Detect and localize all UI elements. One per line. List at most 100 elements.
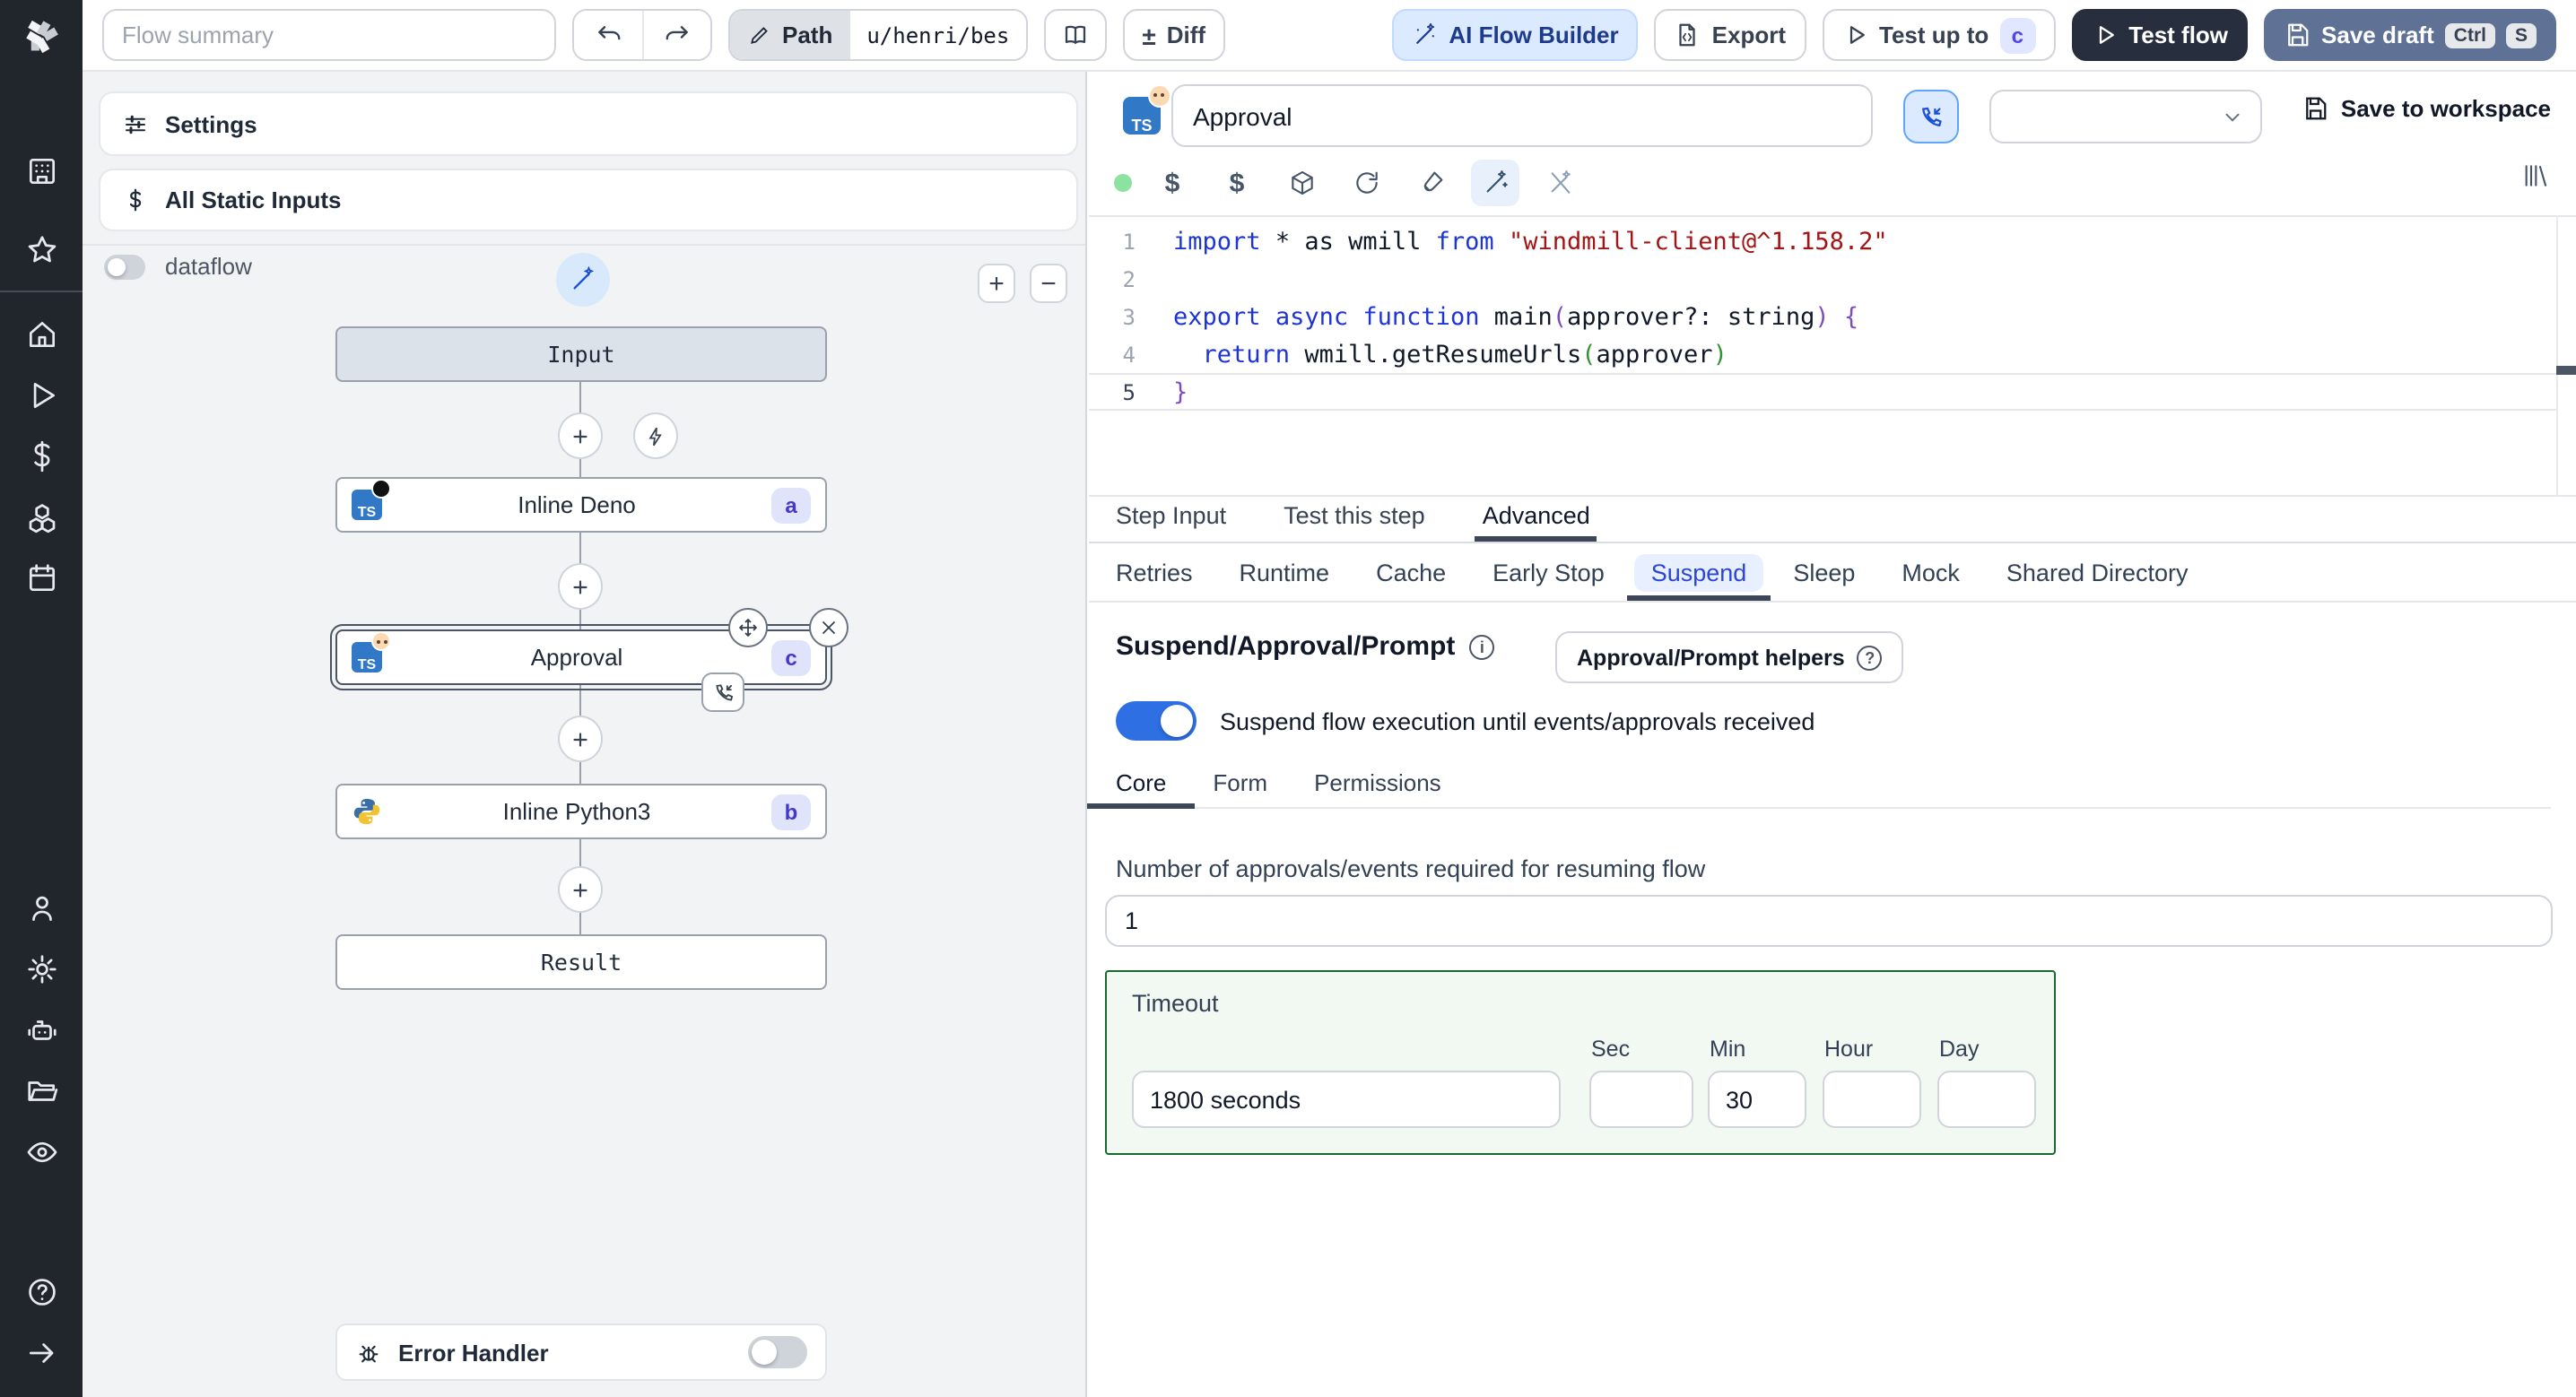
test-flow-label: Test flow xyxy=(2128,22,2229,48)
tab-runtime[interactable]: Runtime xyxy=(1240,543,1330,601)
tab-retries[interactable]: Retries xyxy=(1116,543,1193,601)
runs-icon[interactable] xyxy=(9,364,74,425)
ai-flow-builder-button[interactable]: AI Flow Builder xyxy=(1391,9,1639,61)
delete-node-button[interactable] xyxy=(809,608,849,647)
flow-settings-button[interactable]: Settings xyxy=(99,91,1078,156)
ai-assistant-wand-button[interactable] xyxy=(1471,160,1519,206)
tab-cache[interactable]: Cache xyxy=(1376,543,1446,601)
folders-icon[interactable] xyxy=(9,1060,74,1121)
tab-shared-directory[interactable]: Shared Directory xyxy=(2006,543,2189,601)
export-file-icon xyxy=(1680,23,1696,47)
test-up-to-button[interactable]: Test up to c xyxy=(1822,9,2056,61)
path-edit-button[interactable]: Path xyxy=(730,11,851,59)
error-handler-toggle[interactable] xyxy=(748,1336,807,1368)
tab-suspend[interactable]: Suspend xyxy=(1627,543,1771,601)
flow-node-inline-deno[interactable]: TS Inline Deno a xyxy=(335,477,827,533)
save-to-workspace-button[interactable]: Save to workspace xyxy=(2302,95,2551,122)
suspend-inner-tabs: Core Form Permissions xyxy=(1086,769,2551,809)
ai-wand-disabled-icon[interactable] xyxy=(1536,160,1584,206)
all-static-inputs-button[interactable]: All Static Inputs xyxy=(99,169,1078,231)
reload-icon[interactable] xyxy=(1342,160,1390,206)
approval-prompt-helpers-button[interactable]: Approval/Prompt helpers ? xyxy=(1555,631,1904,683)
node-id-badge: a xyxy=(771,487,811,523)
users-icon[interactable] xyxy=(9,877,74,938)
zoom-in-button[interactable]: + xyxy=(978,264,1015,303)
approvals-count-input[interactable] xyxy=(1105,895,2553,947)
magic-wand-icon xyxy=(573,265,595,290)
timeout-seconds-input[interactable] xyxy=(1132,1071,1561,1128)
timeout-sec-input[interactable] xyxy=(1589,1071,1693,1128)
package-icon[interactable] xyxy=(1277,160,1326,206)
approval-emoji-icon xyxy=(371,631,391,651)
help-icon[interactable] xyxy=(9,1261,74,1322)
timeout-day-input[interactable] xyxy=(1937,1071,2036,1128)
home-icon[interactable] xyxy=(9,303,74,364)
resources-icon[interactable] xyxy=(9,486,74,547)
unit-sec-label: Sec xyxy=(1591,1037,1631,1062)
add-resource-button[interactable]: $ xyxy=(1213,160,1261,206)
add-step-button[interactable] xyxy=(558,866,603,913)
tab-mock[interactable]: Mock xyxy=(1902,543,1960,601)
tab-test-this-step[interactable]: Test this step xyxy=(1284,497,1425,542)
suspend-phone-button[interactable] xyxy=(1903,90,1959,143)
editor-scrollbar[interactable] xyxy=(2556,215,2576,497)
add-step-button[interactable] xyxy=(558,412,603,459)
tab-advanced[interactable]: Advanced xyxy=(1475,497,1597,542)
settings-gear-icon[interactable] xyxy=(9,938,74,999)
workers-robot-icon[interactable] xyxy=(9,999,74,1060)
favorites-star-icon[interactable] xyxy=(9,219,74,280)
flow-node-input[interactable]: Input xyxy=(335,326,827,382)
step-name-input[interactable] xyxy=(1171,84,1873,147)
add-step-button[interactable] xyxy=(558,563,603,610)
magic-wand-icon xyxy=(1415,22,1434,44)
script-version-select[interactable] xyxy=(1989,90,2262,143)
export-button[interactable]: Export xyxy=(1654,9,1806,61)
dataflow-toggle[interactable] xyxy=(104,254,145,279)
workspace-icon[interactable] xyxy=(9,140,74,201)
tab-core[interactable]: Core xyxy=(1086,769,1196,809)
variables-icon[interactable] xyxy=(9,425,74,486)
diff-button[interactable]: ± Diff xyxy=(1122,9,1226,61)
undo-button[interactable] xyxy=(574,11,642,59)
tab-step-input[interactable]: Step Input xyxy=(1116,497,1226,542)
audit-eye-icon[interactable] xyxy=(9,1121,74,1182)
line-number: 4 xyxy=(1122,342,1136,367)
code-line: 2 xyxy=(1089,260,2556,298)
kbd-ctrl: Ctrl xyxy=(2444,22,2495,48)
expand-arrow-icon[interactable] xyxy=(9,1322,74,1383)
save-draft-button[interactable]: Save draft Ctrl S xyxy=(2264,9,2556,61)
windmill-logo-icon[interactable] xyxy=(0,0,83,72)
code-editor[interactable]: 1 import * as wmill from "windmill-clien… xyxy=(1089,215,2576,497)
tab-early-stop[interactable]: Early Stop xyxy=(1493,543,1605,601)
tab-sleep[interactable]: Sleep xyxy=(1793,543,1855,601)
format-brush-icon[interactable] xyxy=(1406,160,1455,206)
add-step-button[interactable] xyxy=(558,716,603,762)
suspend-toggle[interactable] xyxy=(1116,701,1197,741)
flow-node-inline-python[interactable]: Inline Python3 b xyxy=(335,784,827,839)
flow-node-result[interactable]: Result xyxy=(335,934,827,990)
redo-button[interactable] xyxy=(642,11,710,59)
trigger-bolt-button[interactable] xyxy=(633,412,678,459)
save-draft-label: Save draft xyxy=(2321,22,2434,48)
test-flow-button[interactable]: Test flow xyxy=(2071,9,2249,61)
flow-summary-input[interactable] xyxy=(102,9,556,61)
error-handler-row[interactable]: Error Handler xyxy=(335,1323,827,1381)
add-variable-button[interactable]: $ xyxy=(1148,160,1197,206)
suspend-phone-icon[interactable] xyxy=(701,672,744,712)
python-icon xyxy=(353,798,380,825)
timeout-min-input[interactable] xyxy=(1708,1071,1806,1128)
timeout-hour-input[interactable] xyxy=(1823,1071,1921,1128)
tab-permissions[interactable]: Permissions xyxy=(1314,769,1441,807)
info-icon[interactable]: i xyxy=(1469,634,1495,659)
flow-settings-label: Settings xyxy=(165,110,257,137)
scrollbar-thumb[interactable] xyxy=(2556,366,2576,375)
library-panel-icon[interactable] xyxy=(2510,152,2558,199)
schedules-icon[interactable] xyxy=(9,547,74,608)
path-value[interactable]: u/henri/bes xyxy=(850,11,1026,59)
ai-graph-wand-button[interactable] xyxy=(556,253,610,307)
path-label: Path xyxy=(782,22,833,48)
tab-form[interactable]: Form xyxy=(1213,769,1267,807)
docs-button[interactable] xyxy=(1043,9,1107,61)
zoom-out-button[interactable]: − xyxy=(1030,264,1067,303)
move-node-button[interactable] xyxy=(728,608,768,647)
